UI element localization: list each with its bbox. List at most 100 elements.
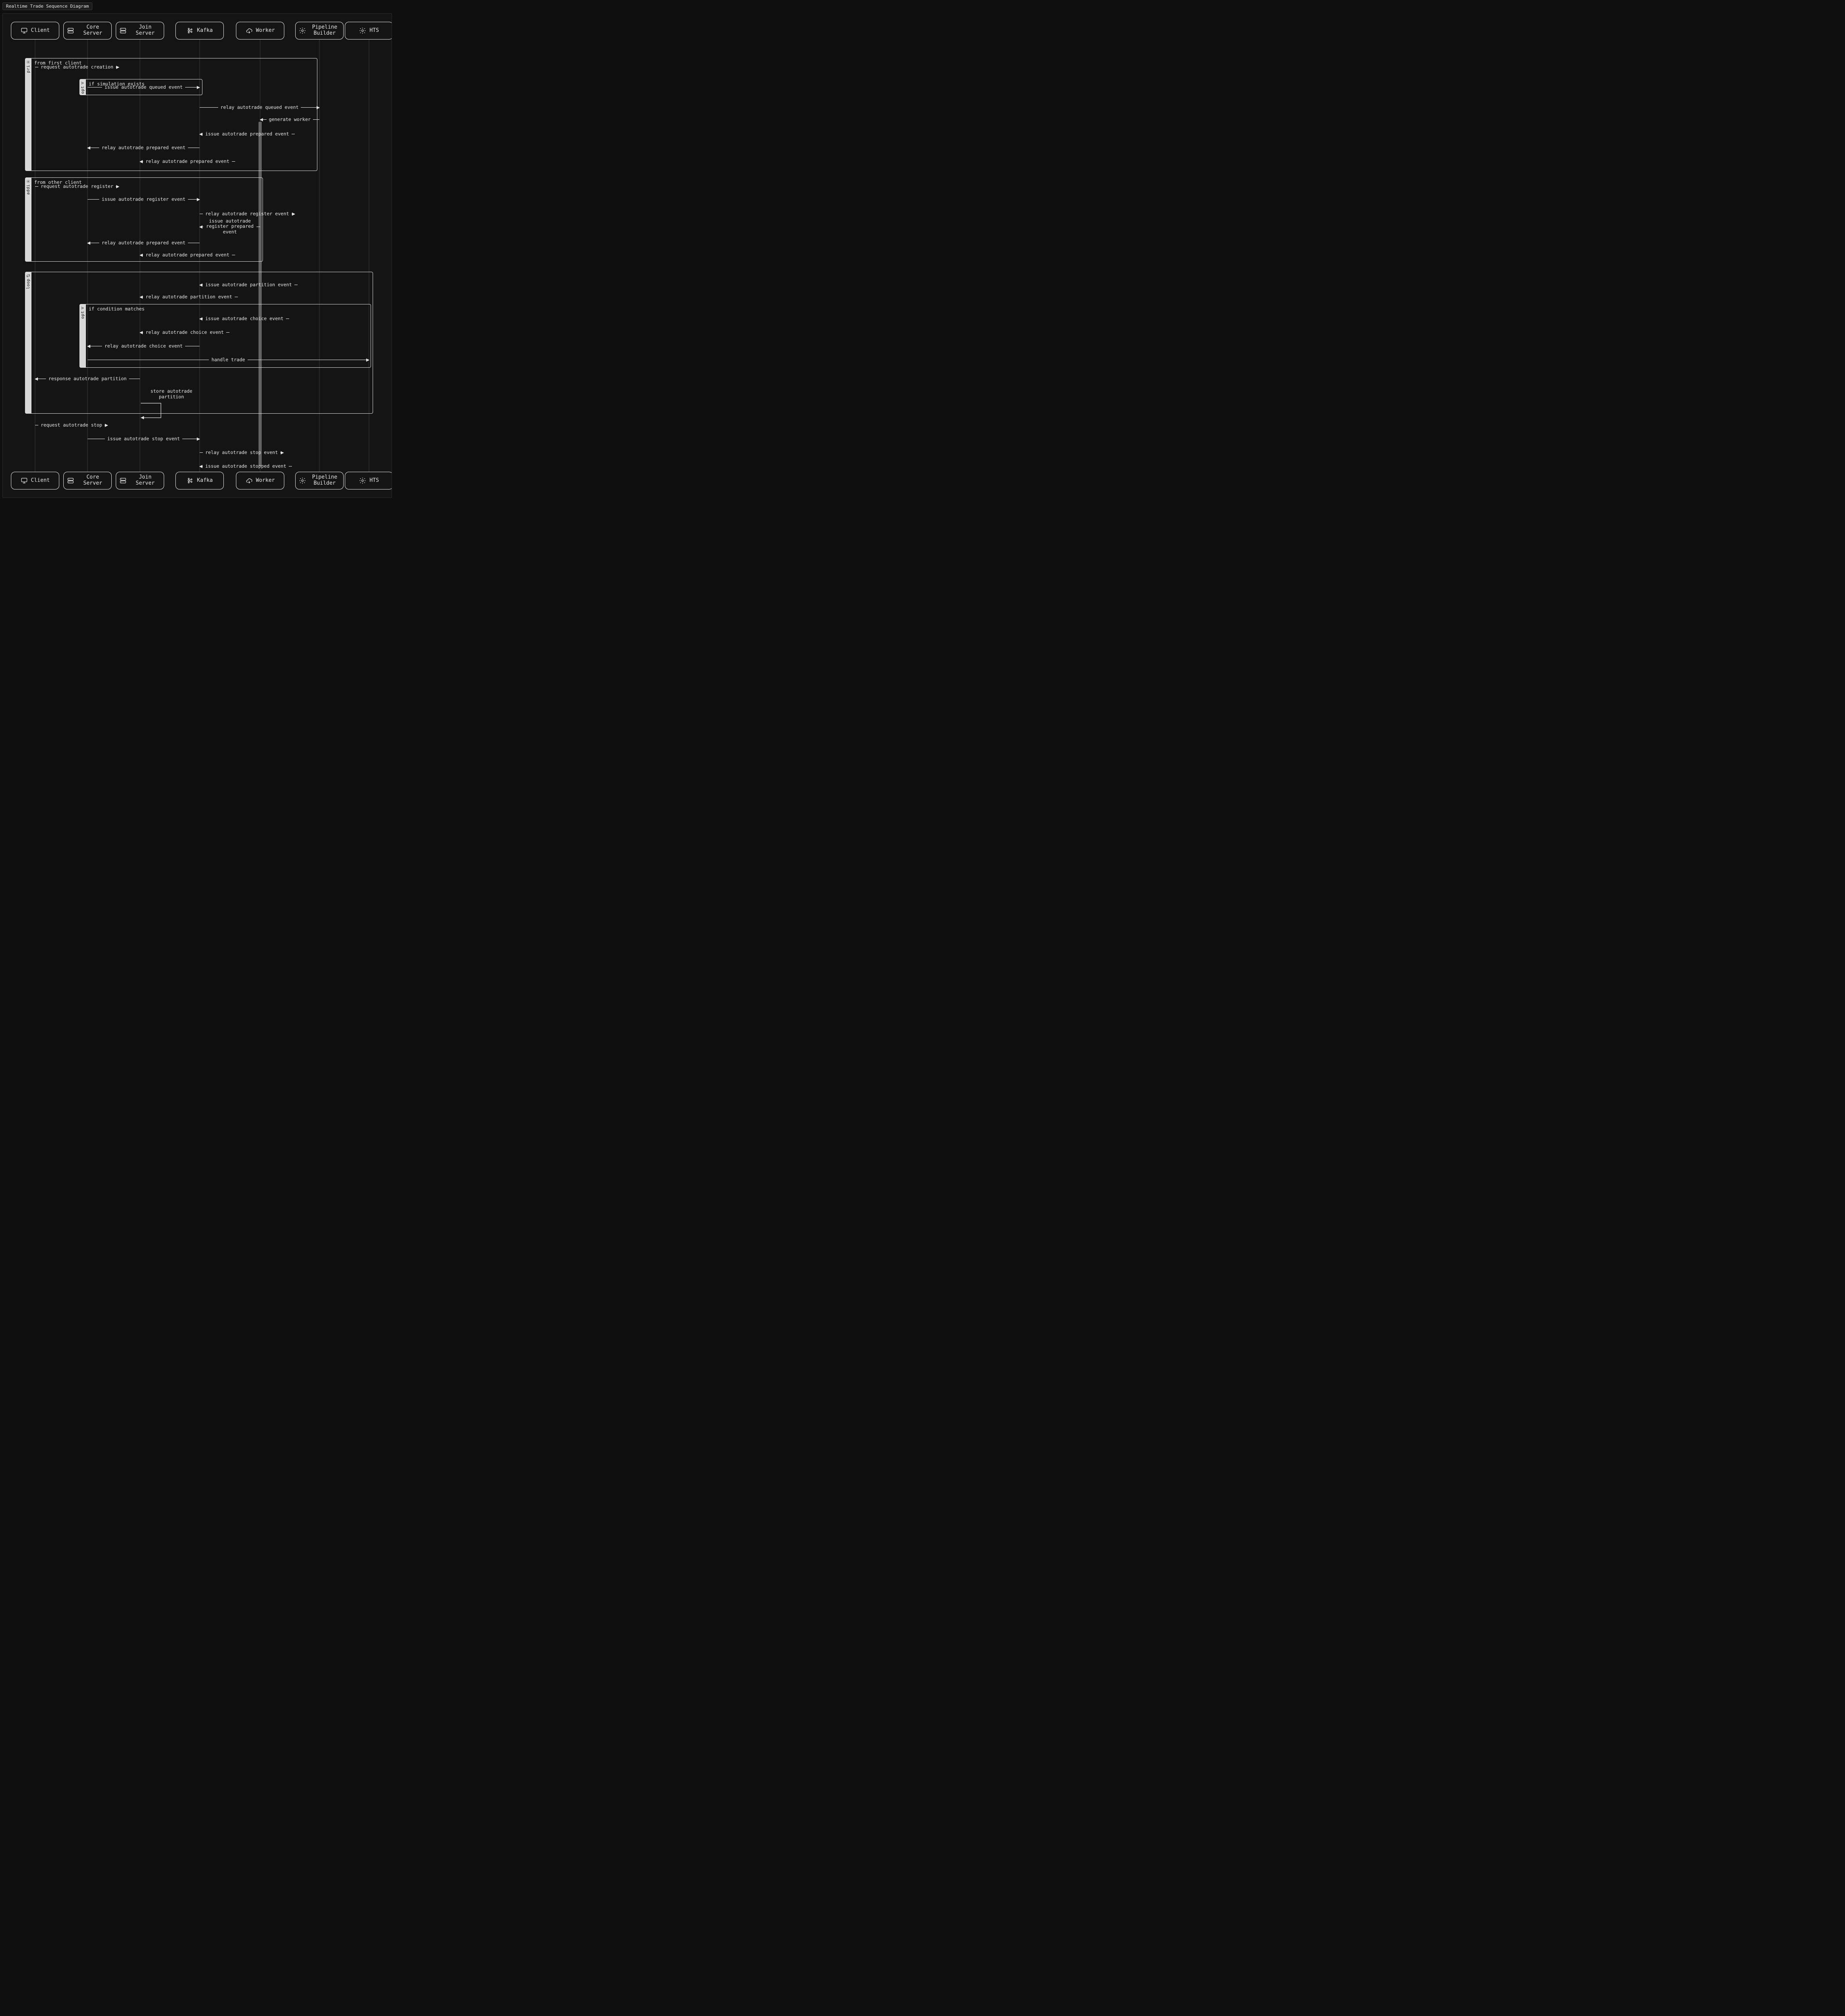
participant-hts-bottom: HTS xyxy=(345,472,392,489)
participant-label: Client xyxy=(31,28,50,34)
message: relay autotrade prepared event xyxy=(88,144,200,151)
message-label: relay autotrade prepared event xyxy=(99,145,188,150)
message-label: issue autotrade register prepared event xyxy=(203,219,256,235)
gear-icon xyxy=(299,27,306,34)
frame-pri: prifrom first client xyxy=(25,58,317,171)
participant-core-top: Core Server xyxy=(63,22,112,40)
participant-join-bottom: Join Server xyxy=(116,472,164,489)
frame-tab-label: opt xyxy=(81,86,85,94)
participant-label: Core Server xyxy=(77,25,108,37)
frame-tab-label: opt xyxy=(81,311,85,319)
message: issue autotrade stop event xyxy=(88,435,200,442)
message: generate worker xyxy=(260,116,319,123)
participant-worker-bottom: Worker xyxy=(236,472,284,489)
participant-worker-top: Worker xyxy=(236,22,284,40)
participant-join-top: Join Server xyxy=(116,22,164,40)
frame-guard: if condition matches xyxy=(89,306,144,312)
message-label: relay autotrade prepared event xyxy=(99,240,188,246)
message: relay autotrade prepared event xyxy=(140,158,200,165)
message: response autotrade partition xyxy=(35,375,140,382)
message: issue autotrade choice event xyxy=(200,315,260,322)
message-label: issue autotrade queued event xyxy=(102,84,185,90)
participant-core-bottom: Core Server xyxy=(63,472,112,489)
loop-icon xyxy=(26,273,30,277)
message: relay autotrade choice event xyxy=(140,329,200,335)
participant-label: Kafka xyxy=(197,478,213,484)
message-label: issue autotrade partition event xyxy=(203,282,294,287)
server-icon xyxy=(67,27,74,34)
message: request autotrade creation xyxy=(35,64,88,70)
participant-label: Worker xyxy=(256,28,275,34)
cloud-icon xyxy=(246,27,253,34)
message: relay autotrade prepared event xyxy=(140,252,200,258)
message-label: request autotrade register xyxy=(38,183,116,189)
message: issue autotrade prepared event xyxy=(200,131,260,137)
monitor-icon xyxy=(21,477,28,484)
message-label: relay autotrade choice event xyxy=(102,343,185,349)
message-label: request autotrade creation xyxy=(38,64,116,70)
cloud-icon xyxy=(246,477,253,484)
message-label: relay autotrade queued event xyxy=(218,104,301,110)
message-label: issue autotrade choice event xyxy=(203,316,286,321)
participant-label: HTS xyxy=(369,28,379,34)
gear-icon xyxy=(299,477,306,484)
message: relay autotrade choice event xyxy=(88,343,200,349)
message-label: relay autotrade choice event xyxy=(143,329,226,335)
participant-pipeline-bottom: Pipeline Builder xyxy=(295,472,344,489)
server-icon xyxy=(119,477,127,484)
message-label: relay autotrade stop event xyxy=(203,450,280,455)
message: request autotrade stop xyxy=(35,422,88,428)
participant-kafka-top: Kafka xyxy=(175,22,224,40)
frame-tab-opt2: opt xyxy=(79,304,86,368)
message: relay autotrade stop event xyxy=(200,449,260,456)
frame-tab-addi: addi xyxy=(25,177,31,262)
gear-icon xyxy=(359,477,366,484)
participant-label: Client xyxy=(31,478,50,484)
frame-tab-label: loop xyxy=(26,279,31,289)
message: relay autotrade register event xyxy=(200,210,260,217)
participant-label: Join Server xyxy=(130,475,161,487)
participant-kafka-bottom: Kafka xyxy=(175,472,224,489)
self-message: store autotrade partition xyxy=(140,389,196,421)
kafka-icon xyxy=(186,477,194,484)
frame-tab-pri: pri xyxy=(25,58,31,171)
message-label: issue autotrade stopped event xyxy=(203,463,289,469)
message-label: issue autotrade register event xyxy=(99,196,188,202)
participant-client-bottom: Client xyxy=(11,472,59,489)
server-icon xyxy=(67,477,74,484)
message: relay autotrade partition event xyxy=(140,294,200,300)
participant-hts-top: HTS xyxy=(345,22,392,40)
participant-client-top: Client xyxy=(11,22,59,40)
monitor-icon xyxy=(21,27,28,34)
frame-tab-opt1: opt xyxy=(79,79,86,95)
message-label: issue autotrade stop event xyxy=(105,436,182,442)
message-label: relay autotrade prepared event xyxy=(143,252,232,258)
message: issue autotrade register event xyxy=(88,196,200,202)
server-icon xyxy=(119,27,127,34)
message-label: request autotrade stop xyxy=(38,422,104,428)
message-label: relay autotrade register event xyxy=(203,211,292,217)
gear-icon xyxy=(26,60,30,64)
diagram-title: Realtime Trade Sequence Diagram xyxy=(2,2,92,10)
participant-label: Core Server xyxy=(77,475,108,487)
message-label: response autotrade partition xyxy=(46,376,129,381)
message: issue autotrade partition event xyxy=(200,281,260,288)
message: relay autotrade prepared event xyxy=(88,240,200,246)
message-label: issue autotrade prepared event xyxy=(203,131,292,137)
participant-label: Kafka xyxy=(197,28,213,34)
message: relay autotrade queued event xyxy=(200,104,319,110)
frame-tab-label: addi xyxy=(26,184,31,195)
message: issue autotrade queued event xyxy=(88,84,200,90)
message: issue autotrade stopped event xyxy=(200,463,260,469)
frame-tab-loop: loop xyxy=(25,272,31,414)
participant-label: HTS xyxy=(369,478,379,484)
message: issue autotrade register prepared event xyxy=(200,223,260,230)
message: request autotrade register xyxy=(35,183,88,190)
self-message-label: store autotrade partition xyxy=(147,389,196,400)
participant-label: Join Server xyxy=(130,25,161,37)
frame-tab-label: pri xyxy=(26,65,31,73)
message-label: relay autotrade partition event xyxy=(143,294,235,300)
branch-icon xyxy=(81,81,85,85)
branch-icon xyxy=(81,306,85,310)
message-label: generate worker xyxy=(267,117,313,122)
